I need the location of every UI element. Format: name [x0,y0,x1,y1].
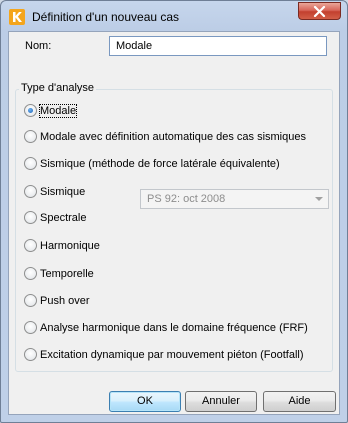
radio-label: Push over [40,295,90,307]
close-button[interactable] [298,2,341,20]
radio-button[interactable] [24,267,37,280]
dialog-body: Nom: Type d'analyse Modale Modale avec d… [8,31,340,415]
radio-label: Spectrale [40,212,87,224]
chevron-down-icon [315,197,323,201]
radio-button[interactable] [24,239,37,252]
radio-label: Modale [38,104,78,118]
radio-label: Modale avec définition automatique des c… [40,131,306,143]
help-button[interactable]: Aide [263,391,336,412]
window-title: Définition d'un nouveau cas [32,10,180,24]
cancel-button[interactable]: Annuler [185,391,257,412]
radio-button[interactable] [24,130,37,143]
radio-button[interactable] [24,348,37,361]
radio-button[interactable] [24,321,37,334]
radio-label: Sismique (méthode de force latérale équi… [40,158,280,170]
close-icon [313,6,326,17]
seismic-code-select[interactable]: PS 92: oct 2008 [140,189,329,209]
dialog-window: Définition d'un nouveau cas Nom: Type d'… [0,0,348,423]
radio-label: Excitation dynamique par mouvement piéto… [40,349,304,361]
app-logo-icon [9,9,25,25]
radio-button[interactable] [24,294,37,307]
radio-button-checked[interactable] [24,104,37,117]
radio-label: Temporelle [40,268,94,280]
seismic-code-value: PS 92: oct 2008 [147,193,226,205]
radio-button[interactable] [24,185,37,198]
radio-label: Harmonique [40,240,100,252]
radio-label: Sismique [40,186,86,198]
analysis-type-label: Type d'analyse [19,82,97,94]
name-input[interactable] [109,36,327,56]
radio-label: Analyse harmonique dans le domaine fréqu… [40,322,308,334]
name-label: Nom: [25,40,52,52]
ok-button[interactable]: OK [109,391,181,412]
radio-button[interactable] [24,157,37,170]
title-bar[interactable]: Définition d'un nouveau cas [1,1,347,31]
radio-button[interactable] [24,211,37,224]
